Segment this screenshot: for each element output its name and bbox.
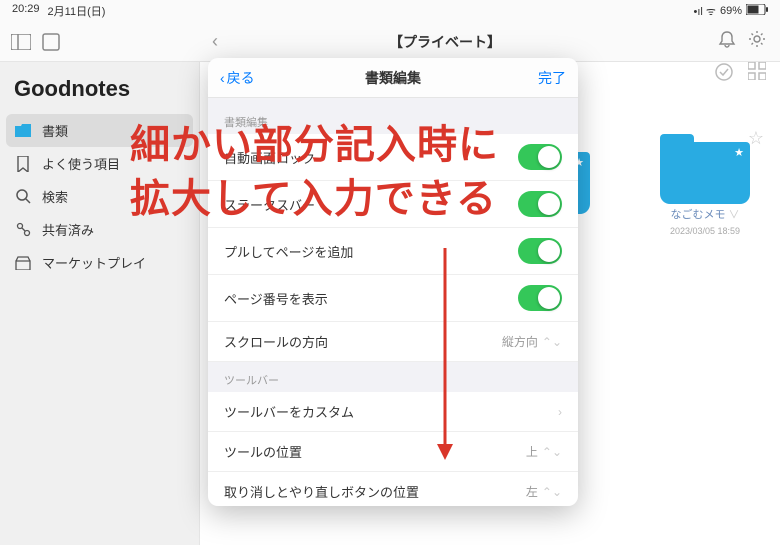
new-icon[interactable] [38, 29, 64, 55]
star-icon: ★ [734, 146, 744, 159]
settings-row[interactable]: プルしてページを追加 [208, 228, 578, 275]
sidebar: Goodnotes 書類 よく使う項目 検索 共有済み マーケットプレイ [0, 62, 200, 545]
sidebar-label: 検索 [42, 187, 68, 206]
status-time: 20:29 [12, 3, 40, 19]
folder-icon: ★ [660, 142, 750, 204]
sidebar-label: マーケットプレイ [42, 253, 146, 272]
row-label: 取り消しとやり直しボタンの位置 [224, 482, 419, 501]
search-icon [14, 188, 32, 206]
settings-row[interactable]: ページ番号を表示 [208, 275, 578, 322]
toggle-switch[interactable] [518, 191, 562, 217]
sidebar-item-documents[interactable]: 書類 [6, 114, 193, 147]
page-title: 【プライベート】 [389, 32, 501, 52]
modal-back-button[interactable]: ‹ 戻る [220, 68, 255, 88]
modal-header: ‹ 戻る 書類編集 完了 [208, 58, 578, 98]
settings-row[interactable]: ステータスバー [208, 181, 578, 228]
row-label: ツールの位置 [224, 442, 302, 461]
row-label: ステータスバー [224, 195, 315, 214]
sidebar-item-search[interactable]: 検索 [0, 180, 199, 213]
toggle-switch[interactable] [518, 144, 562, 170]
file-name: なごむメモ ∨ [670, 208, 739, 222]
sidebar-item-marketplace[interactable]: マーケットプレイ [0, 246, 199, 279]
sidebar-item-favorites[interactable]: よく使う項目 [0, 147, 199, 180]
updown-icon: ⌃⌄ [542, 445, 562, 459]
settings-row[interactable]: ツールバーをカスタム › [208, 392, 578, 432]
section-header: 書類編集 [208, 104, 578, 134]
updown-icon: ⌃⌄ [542, 485, 562, 499]
row-label: スクロールの方向 [224, 332, 328, 351]
chevron-right-icon: › [558, 405, 562, 419]
back-chevron-icon[interactable]: ‹ [212, 31, 218, 52]
settings-row[interactable]: ツールの位置 上 ⌃⌄ [208, 432, 578, 472]
bell-icon[interactable] [718, 30, 736, 53]
row-label: プルしてページを追加 [224, 242, 353, 261]
grid-icon[interactable] [748, 62, 766, 87]
updown-icon: ⌃⌄ [542, 335, 562, 349]
sidebar-label: 共有済み [42, 220, 94, 239]
toggle-switch[interactable] [518, 238, 562, 264]
gear-icon[interactable] [748, 30, 766, 53]
modal-done-button[interactable]: 完了 [538, 68, 566, 88]
status-bar: 20:29 2月11日(日) •ıl ᯤ 69% [0, 0, 780, 22]
settings-row[interactable]: スクロールの方向 縦方向 ⌃⌄ [208, 322, 578, 362]
share-icon [14, 221, 32, 239]
row-value: 上 ⌃⌄ [526, 443, 562, 460]
sidebar-toggle-icon[interactable] [8, 29, 34, 55]
settings-modal: ‹ 戻る 書類編集 完了 書類編集自動画面ロックステータスバープルしてページを追… [208, 58, 578, 506]
status-date: 2月11日(日) [48, 3, 106, 19]
settings-row[interactable]: 取り消しとやり直しボタンの位置 左 ⌃⌄ [208, 472, 578, 506]
sidebar-label: 書類 [42, 121, 68, 140]
sidebar-item-shared[interactable]: 共有済み [0, 213, 199, 246]
settings-row[interactable]: 自動画面ロック [208, 134, 578, 181]
file-item[interactable]: ★ なごむメモ ∨ 2023/03/05 18:59 [650, 142, 760, 251]
section-header: ツールバー [208, 362, 578, 392]
check-icon[interactable] [714, 62, 734, 87]
modal-title: 書類編集 [365, 68, 421, 88]
row-label: ページ番号を表示 [224, 289, 328, 308]
file-date: 2023/03/05 18:59 [670, 226, 740, 236]
row-value: 左 ⌃⌄ [526, 483, 562, 500]
row-value: 縦方向 ⌃⌄ [502, 333, 562, 350]
row-label: 自動画面ロック [224, 148, 315, 167]
top-toolbar: ‹ 【プライベート】 [0, 22, 780, 62]
shop-icon [14, 254, 32, 272]
wifi-icon: •ıl ᯤ [694, 4, 716, 19]
row-label: ツールバーをカスタム [224, 402, 354, 421]
battery-icon [746, 4, 768, 18]
battery-percent: 69% [720, 5, 742, 17]
sidebar-label: よく使う項目 [42, 154, 120, 173]
folder-icon [14, 122, 32, 140]
app-logo: Goodnotes [0, 70, 199, 114]
bookmark-icon [14, 155, 32, 173]
toggle-switch[interactable] [518, 285, 562, 311]
